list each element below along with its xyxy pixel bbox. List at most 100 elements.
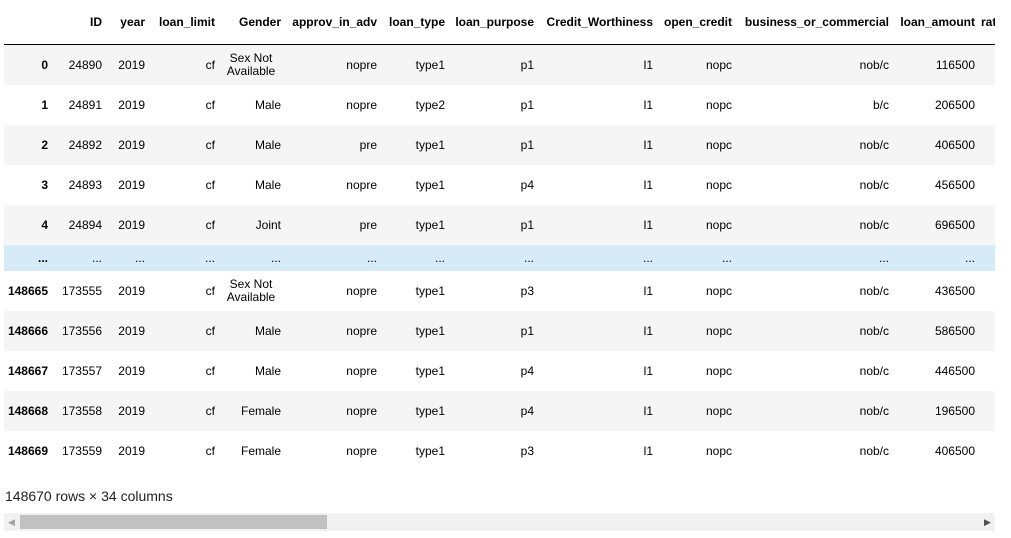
table-cell: cf (205, 178, 215, 192)
table-cell: p1 (520, 324, 534, 338)
table-cell: nopc (705, 218, 732, 232)
table-cell: 2019 (118, 404, 145, 418)
scrollbar-thumb[interactable] (20, 515, 327, 529)
table-row: 1 24891 2019 cf Male nopre type2 p1 l1 nopc b/c 206… (4, 85, 995, 125)
table-cell-cutoff (981, 271, 995, 311)
table-cell: l1 (643, 98, 653, 112)
table-body: 0 24890 2019 cf Sex Not Available nopre type1 p1… (4, 44, 995, 471)
table-cell: l1 (643, 138, 653, 152)
table-cell: 446500 (934, 364, 975, 378)
table-cell: cf (205, 444, 215, 458)
table-cell: nopre (346, 98, 377, 112)
table-row: 148669 173559 2019 cf Female nopre type1 p3 l1 no… (4, 431, 995, 471)
table-cell: Male (254, 98, 281, 112)
table-cell: ... (878, 251, 889, 265)
table-cell-cutoff (981, 85, 995, 125)
table-cell: 173557 (61, 364, 102, 378)
table-cell: cf (205, 58, 215, 72)
table-cell: 206500 (934, 98, 975, 112)
row-index: 148668 (7, 404, 48, 418)
table-cell: l1 (643, 364, 653, 378)
table-cell: l1 (643, 324, 653, 338)
table-cell: nopc (705, 364, 732, 378)
table-cell: type1 (415, 138, 445, 152)
column-header-year: year (108, 0, 151, 45)
table-cell: p1 (520, 218, 534, 232)
table-cell: p1 (520, 98, 534, 112)
table-cell: ... (523, 251, 534, 265)
table-cell: nob/c (859, 444, 889, 458)
table-cell: ... (270, 251, 281, 265)
table-cell: cf (205, 404, 215, 418)
table-cell-cutoff (981, 45, 995, 86)
table-row: 148668 173558 2019 cf Female nopre type1 p4 l1 no… (4, 391, 995, 431)
table-row: 0 24890 2019 cf Sex Not Available nopre type1 p1… (4, 44, 995, 86)
column-header-open-credit: open_credit (659, 0, 738, 45)
row-index: 1 (41, 98, 48, 112)
gender-line: Available (226, 290, 276, 304)
table-cell: Female (240, 404, 281, 418)
column-header-loan-purpose: loan_purpose (451, 0, 540, 45)
table-cell: 24891 (68, 98, 102, 112)
column-header-credit-worthiness: Credit_Worthiness (540, 0, 659, 45)
table-cell: 2019 (118, 324, 145, 338)
table-cell: nopc (705, 404, 732, 418)
table-cell: cf (205, 284, 215, 298)
table-cell: 2019 (118, 444, 145, 458)
column-header-loan-amount: loan_amount (895, 0, 981, 45)
table-cell: type1 (415, 284, 445, 298)
table-cell: ... (134, 251, 145, 265)
table-cell: 2019 (118, 364, 145, 378)
column-header-loan-type: loan_type (383, 0, 451, 45)
index-header (4, 0, 54, 45)
scroll-right-button[interactable]: ▶ (980, 513, 995, 531)
table-cell: Joint (255, 218, 281, 232)
table-cell: 24894 (68, 218, 102, 232)
table-cell: 116500 (935, 58, 975, 72)
table-cell: l1 (643, 218, 653, 232)
ellipsis-row: .................................... (4, 245, 995, 271)
table-cell: 24892 (68, 138, 102, 152)
table-cell-cutoff (981, 125, 995, 165)
table-cell: b/c (872, 98, 889, 112)
table-cell-cutoff (981, 205, 995, 245)
table-cell: nopre (346, 404, 377, 418)
table-cell: nopc (705, 98, 732, 112)
table-cell: 2019 (118, 284, 145, 298)
row-index: 4 (41, 218, 48, 232)
table-cell: p3 (520, 444, 534, 458)
table-cell-cutoff (981, 245, 995, 271)
table-cell-cutoff (981, 431, 995, 471)
table-cell: 24890 (68, 58, 102, 72)
table-cell: nopre (346, 444, 377, 458)
table-cell: type2 (415, 98, 445, 112)
dataframe-shape-text: 148670 rows × 34 columns (5, 488, 173, 504)
table-cell: nob/c (859, 324, 889, 338)
table-cell: Male (254, 364, 281, 378)
table-cell: cf (205, 324, 215, 338)
table-cell: ... (91, 251, 102, 265)
table-cell-cutoff (981, 391, 995, 431)
scroll-left-button[interactable]: ◀ (4, 513, 19, 531)
row-index: 3 (41, 178, 48, 192)
table-cell: nob/c (859, 364, 889, 378)
table-cell: 2019 (118, 218, 145, 232)
table-cell: nopre (346, 364, 377, 378)
table-cell: nopre (346, 284, 377, 298)
table-cell: cf (205, 218, 215, 232)
table-cell: l1 (643, 58, 653, 72)
table-cell: nob/c (859, 404, 889, 418)
table-cell: ... (642, 251, 653, 265)
horizontal-scrollbar[interactable]: ◀ ▶ (4, 513, 995, 531)
table-cell: type1 (415, 404, 445, 418)
table-cell: 173559 (61, 444, 102, 458)
table-cell: Sex Not Available (221, 271, 287, 311)
table-cell: type1 (415, 444, 445, 458)
table-cell: nopc (705, 138, 732, 152)
dataframe-table: ID year loan_limit Gender approv_in_adv loan_… (4, 0, 995, 471)
table-cell: nob/c (859, 218, 889, 232)
table-cell: nopc (705, 284, 732, 298)
triangle-left-icon: ◀ (8, 516, 15, 527)
table-cell: cf (205, 364, 215, 378)
table-cell: 24893 (68, 178, 102, 192)
